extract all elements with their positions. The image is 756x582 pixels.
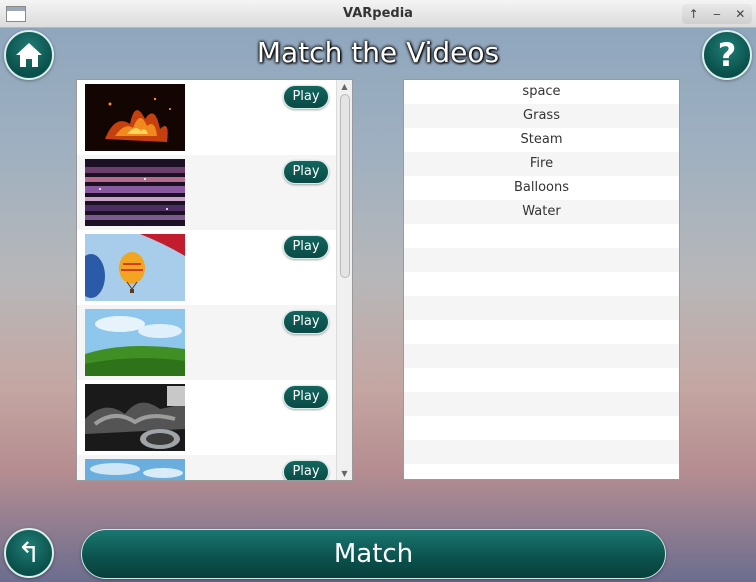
- play-button[interactable]: Play: [283, 310, 329, 334]
- help-button[interactable]: ?: [702, 30, 752, 80]
- window-controls: ↑ ‒ ✕: [682, 4, 752, 24]
- play-button[interactable]: Play: [283, 460, 329, 480]
- window-minimize-button[interactable]: ‒: [708, 7, 726, 21]
- name-list-empty-row: [404, 272, 679, 296]
- name-list-item[interactable]: Balloons: [404, 176, 679, 200]
- play-button[interactable]: Play: [283, 160, 329, 184]
- help-icon: ?: [717, 36, 737, 74]
- window-titlebar: VARpedia ↑ ‒ ✕: [0, 0, 756, 28]
- name-list-empty-row: [404, 368, 679, 392]
- video-rows: Play Play Play Play Play Play: [77, 80, 337, 480]
- video-thumbnail-fire: [85, 84, 185, 151]
- play-button[interactable]: Play: [283, 235, 329, 259]
- video-row-water[interactable]: Play: [77, 455, 337, 480]
- back-button[interactable]: ↰: [4, 528, 54, 578]
- play-button[interactable]: Play: [283, 385, 329, 409]
- name-list-empty-row: [404, 392, 679, 416]
- video-row-space[interactable]: Play: [77, 155, 337, 230]
- video-thumbnail-steam: [85, 384, 185, 451]
- match-button[interactable]: Match: [81, 529, 666, 579]
- name-list-item[interactable]: Water: [404, 200, 679, 224]
- back-arrow-icon: ↰: [17, 536, 41, 569]
- name-list-item[interactable]: Fire: [404, 152, 679, 176]
- name-list-item[interactable]: space: [404, 80, 679, 104]
- window-close-button[interactable]: ✕: [731, 7, 749, 21]
- window-maximize-button[interactable]: ↑: [685, 7, 703, 21]
- video-thumbnail-space: [85, 159, 185, 226]
- app-area: Match the Videos ? Play Play Play Play P…: [0, 28, 756, 582]
- video-thumbnail-balloons: [85, 234, 185, 301]
- window-title: VARpedia: [343, 6, 413, 21]
- name-list[interactable]: space Grass Steam Fire Balloons Water: [403, 79, 680, 480]
- video-thumbnail-grass: [85, 309, 185, 376]
- name-list-empty-row: [404, 224, 679, 248]
- name-list-empty-row: [404, 296, 679, 320]
- video-thumbnail-water: [85, 459, 185, 480]
- name-list-empty-row: [404, 320, 679, 344]
- video-row-fire[interactable]: Play: [77, 80, 337, 155]
- video-list[interactable]: Play Play Play Play Play Play ▲ ▼: [76, 79, 353, 481]
- scroll-down-icon[interactable]: ▼: [337, 467, 352, 480]
- name-list-item[interactable]: Grass: [404, 104, 679, 128]
- play-button[interactable]: Play: [283, 85, 329, 109]
- name-list-empty-row: [404, 464, 679, 479]
- video-row-steam[interactable]: Play: [77, 380, 337, 455]
- scroll-up-icon[interactable]: ▲: [337, 80, 352, 93]
- video-row-balloons[interactable]: Play: [77, 230, 337, 305]
- name-list-empty-row: [404, 248, 679, 272]
- name-list-empty-row: [404, 344, 679, 368]
- scrollbar-thumb[interactable]: [340, 94, 350, 278]
- video-list-scrollbar[interactable]: ▲ ▼: [336, 80, 352, 480]
- name-list-empty-row: [404, 416, 679, 440]
- name-list-item[interactable]: Steam: [404, 128, 679, 152]
- video-row-grass[interactable]: Play: [77, 305, 337, 380]
- page-title: Match the Videos: [256, 36, 500, 69]
- name-list-empty-row: [404, 440, 679, 464]
